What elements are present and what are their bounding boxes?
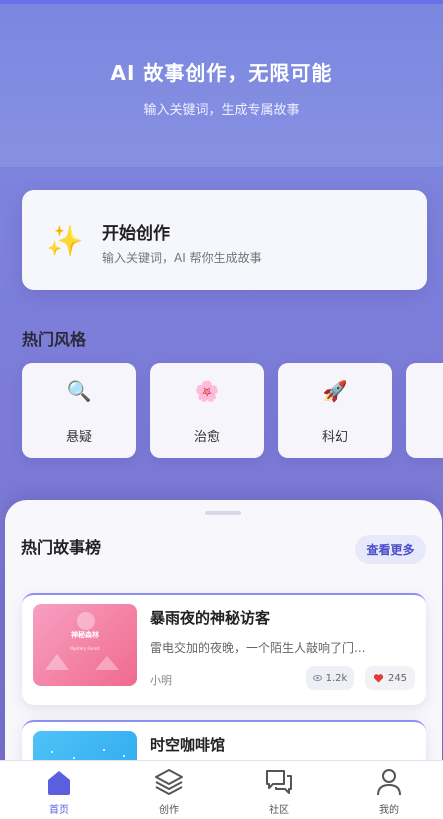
story-cover: 神秘森林 Mystery Forest xyxy=(33,604,137,686)
tab-label: 我的 xyxy=(379,805,399,816)
create-card-title: 开始创作 xyxy=(102,224,170,244)
flower-icon: 🌸 xyxy=(194,379,220,403)
mountain-shape xyxy=(45,654,69,670)
mountain-shape xyxy=(95,656,119,670)
star-dot xyxy=(51,751,53,753)
app-root: AI 故事创作，无限可能 输入关键词，生成专属故事 ✨ 开始创作 输入关键词，A… xyxy=(0,0,443,819)
style-label: 科幻 xyxy=(321,430,348,445)
story-title: 时空咖啡馆 xyxy=(150,736,226,754)
tab-community[interactable]: 社区 xyxy=(224,761,334,819)
cover-subtitle: Mystery Forest xyxy=(70,646,100,651)
tab-label: 创作 xyxy=(159,805,179,816)
hot-styles-title: 热门风格 xyxy=(22,330,87,349)
tab-home[interactable]: 首页 xyxy=(4,761,114,819)
star-dot xyxy=(123,755,125,757)
start-create-card[interactable]: ✨ 开始创作 输入关键词，AI 帮你生成故事 xyxy=(22,190,427,290)
status-strip xyxy=(0,0,443,4)
hero-title: AI 故事创作，无限可能 xyxy=(110,61,333,85)
heart-icon xyxy=(373,674,384,683)
tab-label: 社区 xyxy=(269,805,289,816)
tab-create[interactable]: 创作 xyxy=(114,761,224,819)
story-author: 小明 xyxy=(150,674,172,687)
home-icon xyxy=(48,771,70,795)
story-description: 雷电交加的夜晚，一个陌生人敲响了门... xyxy=(150,641,366,655)
hero-banner: AI 故事创作，无限可能 输入关键词，生成专属故事 xyxy=(0,0,443,167)
chat-icon xyxy=(266,770,292,794)
style-card-healing[interactable]: 🌸 治愈 xyxy=(150,363,264,458)
style-card-suspense[interactable]: 🔍 悬疑 xyxy=(22,363,136,458)
eye-icon xyxy=(312,675,322,681)
tab-profile[interactable]: 我的 xyxy=(334,761,443,819)
user-icon xyxy=(377,769,401,796)
star-dot xyxy=(73,757,75,759)
views-count: 1.2k xyxy=(325,672,348,684)
see-more-button[interactable]: 查看更多 xyxy=(355,535,426,564)
bottom-tab-bar: 首页 创作 社区 我的 xyxy=(0,760,443,819)
magnifier-icon: 🔍 xyxy=(66,379,92,403)
views-badge: 1.2k xyxy=(306,666,354,690)
cover-title: 神秘森林 xyxy=(71,631,99,639)
like-button[interactable]: 245 xyxy=(365,666,415,690)
ranking-title: 热门故事榜 xyxy=(21,538,102,557)
create-card-subtitle: 输入关键词，AI 帮你生成故事 xyxy=(102,251,262,265)
story-title: 暴雨夜的神秘访客 xyxy=(150,609,271,627)
drag-handle[interactable] xyxy=(205,511,241,515)
moon-shape xyxy=(77,612,95,630)
style-label: 悬疑 xyxy=(65,430,92,445)
style-card-next[interactable] xyxy=(406,363,443,458)
like-count: 245 xyxy=(387,672,408,684)
layers-icon xyxy=(155,769,183,795)
hero-subtitle: 输入关键词，生成专属故事 xyxy=(143,103,300,118)
tab-label: 首页 xyxy=(49,805,69,816)
sparkles-icon: ✨ xyxy=(46,224,84,259)
rocket-icon: 🚀 xyxy=(322,379,348,403)
style-card-scifi[interactable]: 🚀 科幻 xyxy=(278,363,392,458)
style-label: 治愈 xyxy=(193,430,220,445)
story-card[interactable]: 神秘森林 Mystery Forest 暴雨夜的神秘访客 雷电交加的夜晚，一个陌… xyxy=(22,593,426,705)
star-dot xyxy=(103,749,105,751)
